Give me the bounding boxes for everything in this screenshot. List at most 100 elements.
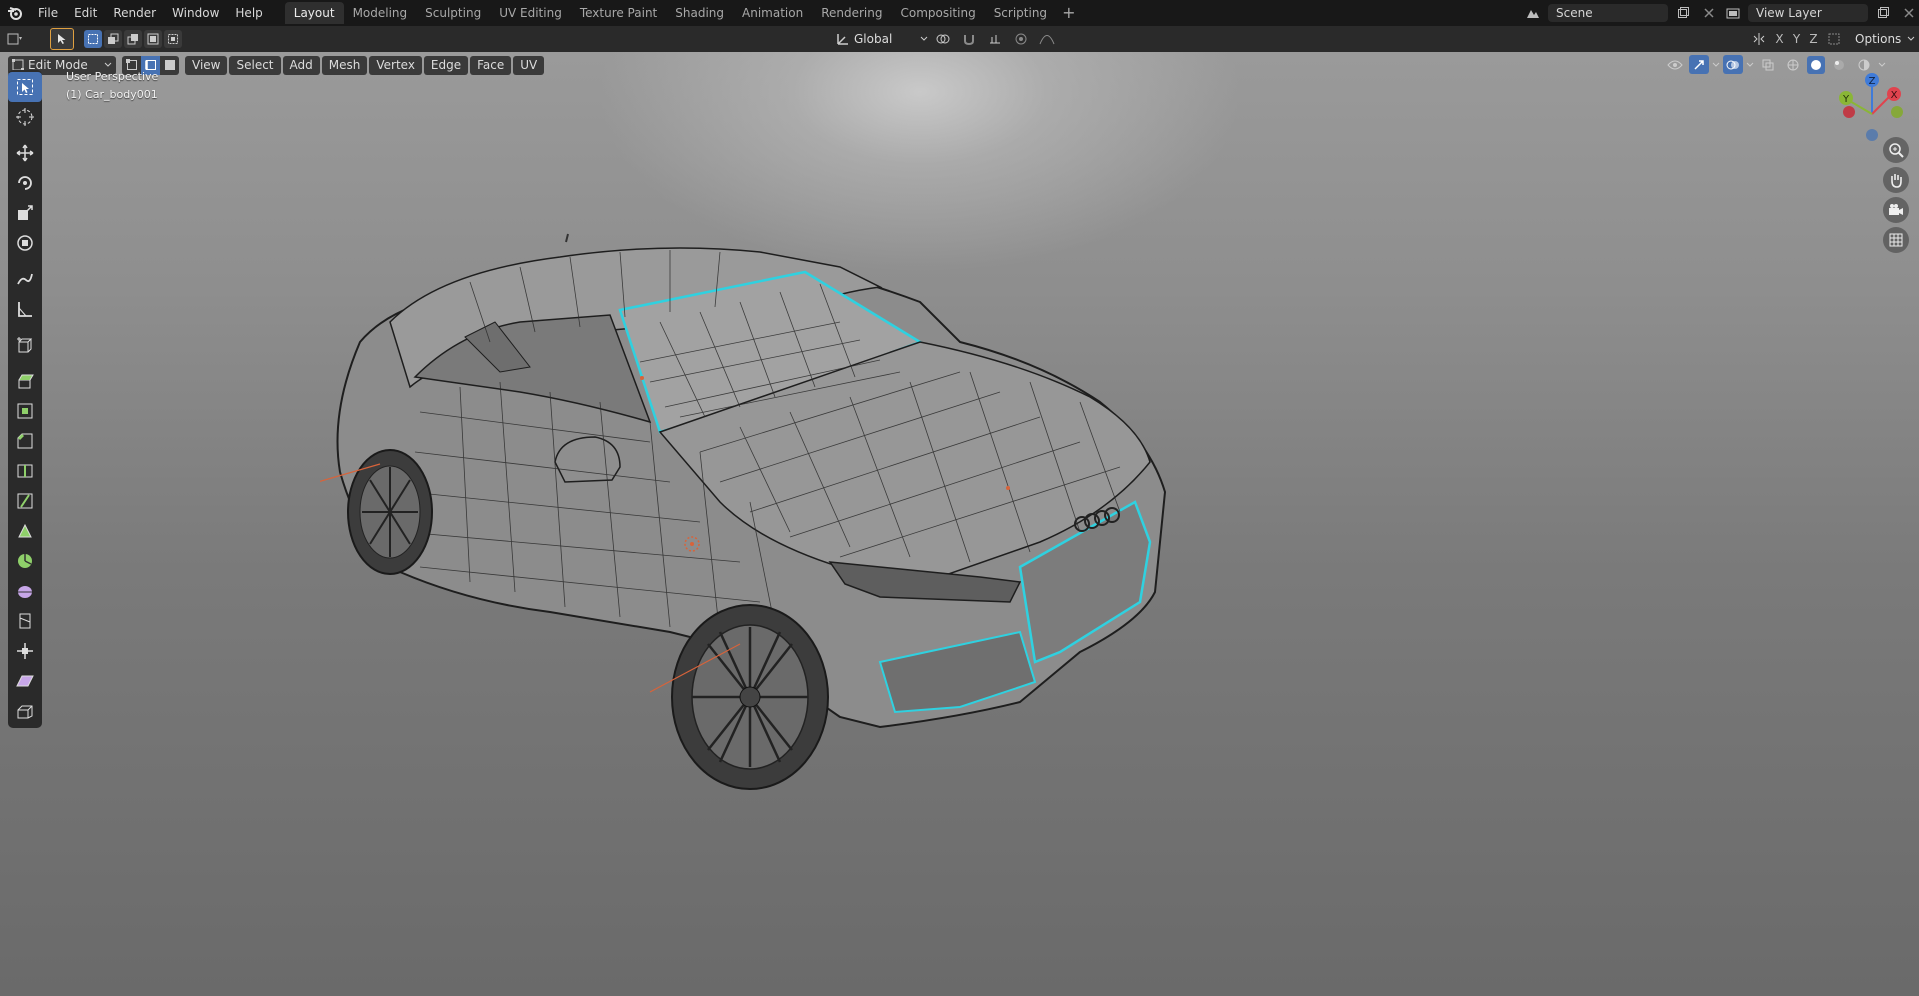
falloff-icon[interactable] [1036,30,1058,48]
transform-tool-icon[interactable] [8,228,42,258]
material-shading-icon[interactable] [1828,56,1850,74]
select-mode-buttons [84,30,182,48]
menu-edit[interactable]: Edit [66,2,105,24]
loop-cut-tool-icon[interactable] [8,456,42,486]
annotate-tool-icon[interactable] [8,264,42,294]
overlays-icon[interactable] [1723,55,1743,74]
menu-vertex[interactable]: Vertex [369,55,422,75]
menu-mesh[interactable]: Mesh [321,55,368,75]
rear-wheel [347,449,433,575]
rip-region-tool-icon[interactable] [8,696,42,726]
camera-view-icon[interactable] [1883,197,1909,223]
menu-file[interactable]: File [30,2,66,24]
scene-icon[interactable] [1522,4,1544,22]
pivot-point-icon[interactable] [932,30,954,48]
move-tool-icon[interactable] [8,138,42,168]
mirror-y-toggle[interactable]: Y [1789,32,1804,46]
gizmo-z-label: Z [1869,76,1876,87]
orientation-dropdown[interactable]: Global [854,30,916,48]
front-wheel [671,604,829,790]
snap-target-icon[interactable] [984,30,1006,48]
chevron-down-icon [1746,62,1754,67]
extrude-tool-icon[interactable] [8,366,42,396]
tab-animation[interactable]: Animation [733,2,812,24]
select-intersect-icon[interactable] [164,30,182,48]
viewport-info: User Perspective (1) Car_body001 [66,68,158,104]
xray-icon[interactable] [1757,56,1779,74]
select-invert-icon[interactable] [144,30,162,48]
select-subtract-icon[interactable] [124,30,142,48]
menu-view[interactable]: View [185,55,228,75]
shrink-fatten-tool-icon[interactable] [8,636,42,666]
tab-rendering[interactable]: Rendering [812,2,891,24]
menu-window[interactable]: Window [164,2,227,24]
measure-tool-icon[interactable] [8,294,42,324]
editor-type-icon[interactable] [0,33,30,45]
pan-hand-icon[interactable] [1883,167,1909,193]
tab-sculpting[interactable]: Sculpting [416,2,490,24]
tab-modeling[interactable]: Modeling [344,2,417,24]
mirror-x-toggle[interactable]: X [1772,32,1787,46]
3d-viewport[interactable]: Edit Mode View Select Add Mesh Vertex Ed… [0,52,1919,996]
cursor-tool-icon[interactable] [8,102,42,132]
menu-add[interactable]: Add [282,55,320,75]
chevron-down-icon [1878,62,1886,67]
add-cube-tool-icon[interactable] [8,330,42,360]
car-mesh-wireframe[interactable] [320,212,1470,892]
view-layer-icon[interactable] [1722,4,1744,22]
tab-shading[interactable]: Shading [666,2,733,24]
select-extend-icon[interactable] [104,30,122,48]
menu-uv[interactable]: UV [513,55,545,75]
add-workspace-button[interactable]: + [1056,2,1081,24]
delete-view-layer-icon[interactable] [1898,4,1919,22]
tab-layout[interactable]: Layout [284,2,344,24]
view-layer-field[interactable]: View Layer [1748,4,1868,22]
mirror-z-toggle[interactable]: Z [1806,32,1821,46]
blender-logo-icon[interactable] [0,0,30,26]
wireframe-shading-icon[interactable] [1782,56,1804,74]
menu-edge[interactable]: Edge [423,55,469,75]
options-dropdown[interactable]: Options [1855,30,1905,48]
inset-faces-tool-icon[interactable] [8,396,42,426]
tool-shelf [8,70,42,728]
menu-help[interactable]: Help [227,2,270,24]
scale-tool-icon[interactable] [8,198,42,228]
knife-tool-icon[interactable] [8,486,42,516]
face-select-icon[interactable] [160,56,179,75]
solid-shading-icon[interactable] [1807,55,1825,74]
edge-slide-tool-icon[interactable] [8,606,42,636]
new-view-layer-icon[interactable] [1872,4,1894,22]
rotate-tool-icon[interactable] [8,168,42,198]
shear-tool-icon[interactable] [8,666,42,696]
select-tool-icon[interactable] [8,72,42,102]
rendered-shading-icon[interactable] [1853,56,1875,74]
menu-face[interactable]: Face [470,55,512,75]
tab-uv-editing[interactable]: UV Editing [490,2,571,24]
new-scene-icon[interactable] [1672,4,1694,22]
transform-orientation: Global [836,30,1058,48]
ortho-grid-icon[interactable] [1883,227,1909,253]
select-box-tool-icon[interactable] [50,28,74,50]
menu-render[interactable]: Render [105,2,164,24]
snap-icon[interactable] [958,30,980,48]
top-bar: File Edit Render Window Help Layout Mode… [0,0,1919,26]
gizmo-toggle-icon[interactable] [1689,55,1709,74]
visibility-icon[interactable] [1664,56,1686,74]
tab-scripting[interactable]: Scripting [985,2,1056,24]
spin-tool-icon[interactable] [8,546,42,576]
tab-texture-paint[interactable]: Texture Paint [571,2,666,24]
menu-select[interactable]: Select [229,55,281,75]
mirror-icon[interactable] [1748,30,1770,48]
select-new-icon[interactable] [84,30,102,48]
auto-merge-icon[interactable] [1823,30,1845,48]
scene-name-field[interactable]: Scene [1548,4,1668,22]
poly-build-tool-icon[interactable] [8,516,42,546]
tab-compositing[interactable]: Compositing [891,2,984,24]
zoom-icon[interactable] [1883,137,1909,163]
proportional-edit-icon[interactable] [1010,30,1032,48]
smooth-tool-icon[interactable] [8,576,42,606]
delete-scene-icon[interactable] [1698,4,1720,22]
chevron-down-icon [1712,62,1720,67]
orientation-icon [837,34,848,45]
bevel-tool-icon[interactable] [8,426,42,456]
